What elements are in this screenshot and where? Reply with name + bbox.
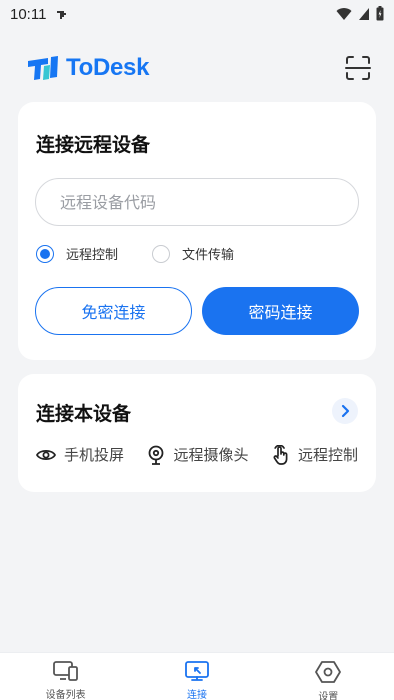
mode-file-transfer[interactable]: 文件传输 bbox=[152, 244, 234, 263]
connect-this-device-card[interactable]: 连接本设备 手机投屏 远程摄像头 远程控制 bbox=[18, 374, 376, 492]
connect-mode-group: 远程控制 文件传输 bbox=[36, 244, 234, 263]
feature-label: 远程摄像头 bbox=[173, 446, 249, 464]
hand-pointer-icon bbox=[273, 444, 288, 465]
feature-remote-camera[interactable]: 远程摄像头 bbox=[147, 444, 249, 465]
tab-settings[interactable]: 设置 bbox=[263, 653, 394, 700]
feature-label: 手机投屏 bbox=[64, 446, 125, 464]
tab-label: 设备列表 bbox=[45, 690, 86, 700]
bottom-tab-bar: 设备列表 连接 设置 bbox=[0, 652, 394, 700]
feature-remote-control[interactable]: 远程控制 bbox=[272, 444, 358, 465]
todesk-logo-icon bbox=[28, 56, 58, 80]
tab-connect[interactable]: 连接 bbox=[131, 653, 262, 700]
tab-label: 连接 bbox=[186, 690, 207, 700]
radio-unchecked-icon[interactable] bbox=[152, 244, 171, 263]
tab-device-list[interactable]: 设备列表 bbox=[0, 653, 131, 700]
eye-icon bbox=[36, 449, 56, 460]
remote-connect-card: 连接远程设备 远程控制 文件传输 免密连接 密码连接 bbox=[18, 102, 376, 360]
open-local-device-button[interactable] bbox=[332, 398, 358, 424]
password-connect-button[interactable]: 密码连接 bbox=[202, 287, 359, 335]
mode-label: 远程控制 bbox=[66, 248, 119, 263]
wifi-icon bbox=[336, 7, 352, 20]
connect-icon bbox=[185, 661, 209, 681]
chevron-right-icon bbox=[341, 404, 350, 418]
webcam-icon bbox=[149, 445, 164, 465]
brand-name: ToDesk bbox=[66, 54, 150, 81]
status-right-icons bbox=[336, 6, 384, 21]
passwordless-connect-button[interactable]: 免密连接 bbox=[35, 287, 192, 335]
signal-icon bbox=[359, 7, 369, 20]
battery-icon bbox=[376, 6, 384, 21]
scan-button[interactable] bbox=[344, 54, 372, 82]
tab-label: 设置 bbox=[318, 692, 339, 700]
feature-label: 远程控制 bbox=[297, 446, 358, 464]
local-feature-row: 手机投屏 远程摄像头 远程控制 bbox=[36, 444, 358, 465]
settings-icon bbox=[315, 661, 342, 683]
remote-card-title: 连接远程设备 bbox=[36, 134, 151, 156]
status-bar: 10:11 bbox=[0, 0, 394, 28]
notification-icon bbox=[57, 11, 67, 19]
devices-icon bbox=[52, 661, 78, 681]
local-card-title: 连接本设备 bbox=[36, 403, 132, 425]
todesk-logo: ToDesk bbox=[26, 54, 149, 82]
remote-device-code-input[interactable] bbox=[35, 178, 359, 226]
mode-remote-control[interactable]: 远程控制 bbox=[36, 244, 118, 263]
status-time: 10:11 bbox=[10, 5, 47, 23]
mode-label: 文件传输 bbox=[182, 248, 235, 263]
app-header: ToDesk bbox=[0, 48, 394, 88]
feature-screen-cast[interactable]: 手机投屏 bbox=[36, 444, 124, 465]
scan-icon bbox=[345, 56, 371, 80]
radio-checked-icon[interactable] bbox=[36, 244, 54, 263]
